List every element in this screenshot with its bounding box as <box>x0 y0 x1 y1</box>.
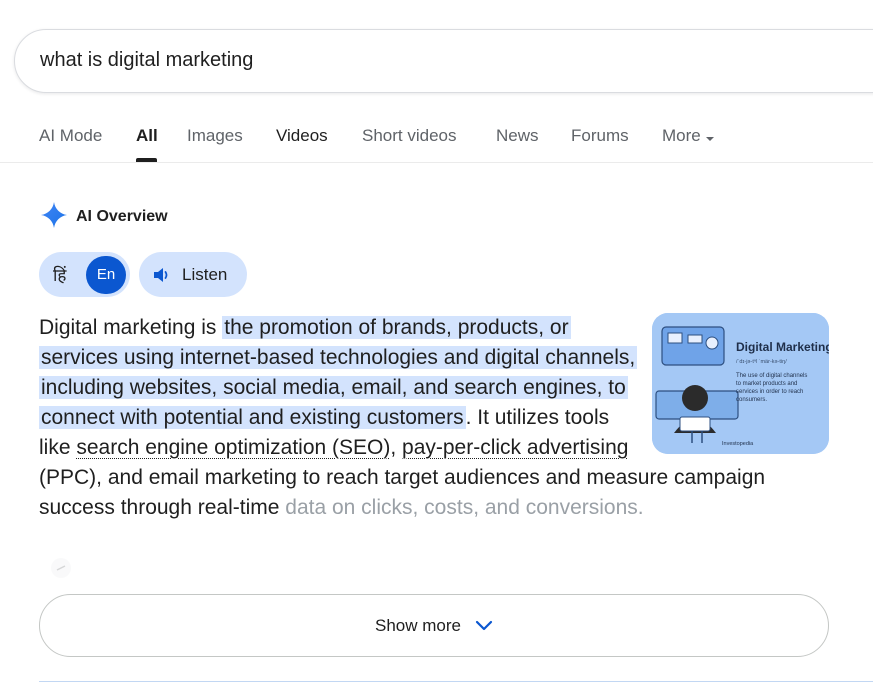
listen-label: Listen <box>182 264 228 284</box>
overview-faded-text: data on clicks, costs, and conversions. <box>285 496 644 519</box>
tab-videos[interactable]: Videos <box>276 126 328 146</box>
divider <box>39 681 873 682</box>
link-icon <box>46 558 76 578</box>
show-more-button[interactable]: Show more <box>39 594 829 657</box>
caret-down-icon <box>705 127 715 147</box>
tab-images[interactable]: Images <box>187 126 243 146</box>
overview-thumbnail[interactable]: Digital Marketing /ˈdɪ-jə-tᵊl ˈmär-kə-ti… <box>652 313 829 454</box>
thumbnail-desc-line: services in order to reach <box>736 389 803 395</box>
language-hindi-button[interactable]: हिं <box>53 263 66 286</box>
seo-link[interactable]: search engine optimization (SEO) <box>76 436 390 459</box>
search-input[interactable] <box>40 49 640 72</box>
thumbnail-desc-line: to market products and <box>736 381 797 387</box>
ai-overview-header: AI Overview <box>40 201 168 234</box>
tab-all[interactable]: All <box>136 126 158 146</box>
ai-overview-text: Digital Marketing /ˈdɪ-jə-tᵊl ˈmär-kə-ti… <box>39 313 829 523</box>
show-more-label: Show more <box>375 615 461 635</box>
language-toggle: हिं En <box>39 252 130 297</box>
tab-forums[interactable]: Forums <box>571 126 629 146</box>
ai-overview-title: AI Overview <box>76 208 168 225</box>
tab-more-label: More <box>662 126 701 145</box>
thumbnail-brand: Investopedia <box>722 441 754 447</box>
tab-more[interactable]: More <box>662 126 715 147</box>
chevron-down-icon <box>475 620 493 632</box>
overview-text-2: , <box>390 436 403 459</box>
tab-news[interactable]: News <box>496 126 539 146</box>
active-tab-indicator <box>136 158 157 162</box>
thumbnail-desc-line: consumers. <box>736 397 767 403</box>
speaker-icon <box>152 266 172 284</box>
tab-ai-mode[interactable]: AI Mode <box>39 126 102 146</box>
search-box[interactable] <box>14 29 873 93</box>
thumbnail-pronunciation: /ˈdɪ-jə-tᵊl ˈmär-kə-tiŋ/ <box>736 359 787 365</box>
thumbnail-title: Digital Marketing <box>736 340 829 354</box>
overview-intro: Digital marketing is <box>39 316 223 339</box>
listen-button[interactable]: Listen <box>139 252 247 297</box>
thumbnail-desc-line: The use of digital channels <box>736 373 807 379</box>
language-english-button[interactable]: En <box>86 256 126 294</box>
sparkle-icon <box>40 201 68 234</box>
search-tabs: AI Mode All Images Videos Short videos N… <box>0 118 873 163</box>
ppc-link[interactable]: pay-per-click advertising <box>402 436 628 459</box>
tab-short-videos[interactable]: Short videos <box>362 126 457 146</box>
